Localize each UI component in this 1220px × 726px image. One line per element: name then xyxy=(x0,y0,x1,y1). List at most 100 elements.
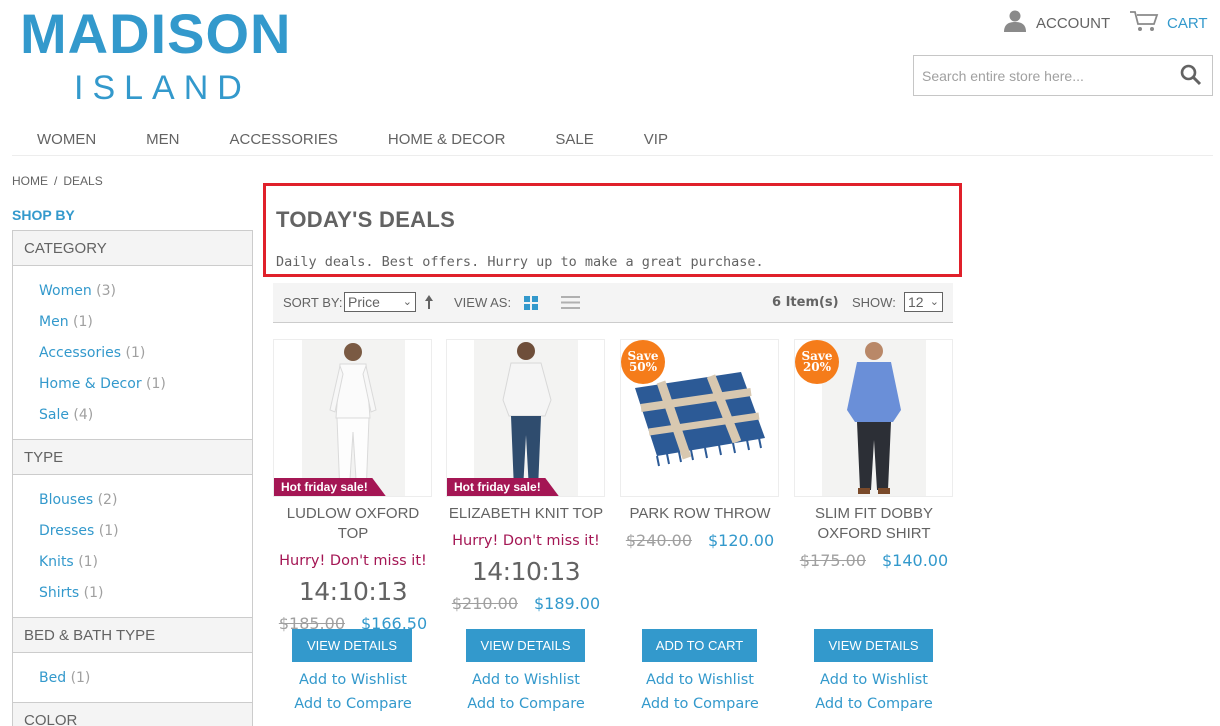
product-card: Save 20% SLIM FIT DOBBY OXFORD SHIRT $17… xyxy=(794,339,954,570)
product-card: Hot friday sale! ELIZABETH KNIT TOP Hurr… xyxy=(446,339,606,613)
sort-direction-icon[interactable] xyxy=(424,294,434,313)
filter-option[interactable]: Knits (1) xyxy=(39,547,252,578)
account-label: ACCOUNT xyxy=(1036,14,1111,32)
filter-option-label: Sale xyxy=(39,407,69,423)
product-card: Hot friday sale! LUDLOW OXFORD TOP Hurry… xyxy=(273,339,433,633)
filter-option-label: Shirts xyxy=(39,585,80,601)
filter-heading-category[interactable]: CATEGORY xyxy=(13,231,252,266)
search-box xyxy=(913,55,1213,96)
add-to-compare-link[interactable]: Add to Compare xyxy=(794,696,954,712)
nav-accessories[interactable]: ACCESSORIES xyxy=(205,120,363,155)
price-box: $240.00 $120.00 xyxy=(620,531,780,550)
filter-option[interactable]: Women (3) xyxy=(39,276,252,307)
show-label: SHOW: xyxy=(852,295,896,310)
filter-option-label: Home & Decor xyxy=(39,376,142,392)
add-to-wishlist-link[interactable]: Add to Wishlist xyxy=(273,672,433,688)
logo-line1: MADISON xyxy=(20,2,292,65)
grid-view-icon[interactable] xyxy=(524,296,538,313)
store-logo[interactable]: MADISON ISLAND xyxy=(20,6,300,108)
logo-line2: ISLAND xyxy=(74,69,251,107)
filter-option-count: (1) xyxy=(98,523,119,539)
filter-option-label: Men xyxy=(39,314,69,330)
product-name[interactable]: ELIZABETH KNIT TOP xyxy=(446,504,606,524)
filter-option-label: Knits xyxy=(39,554,74,570)
filter-option-label: Dresses xyxy=(39,523,95,539)
view-details-button[interactable]: VIEW DETAILS xyxy=(814,629,933,662)
add-to-cart-button[interactable]: ADD TO CART xyxy=(642,629,757,662)
save-badge-line2: 50% xyxy=(628,360,658,374)
filter-heading-bed-bath-type[interactable]: BED & BATH TYPE xyxy=(13,618,252,653)
add-to-wishlist-link[interactable]: Add to Wishlist xyxy=(446,672,606,688)
show-limit-select[interactable]: 12 ⌄ xyxy=(904,292,943,312)
filter-option-count: (1) xyxy=(146,376,166,392)
special-price: $189.00 xyxy=(534,594,601,613)
cart-label: CART xyxy=(1167,14,1208,32)
filter-option[interactable]: Dresses (1) xyxy=(39,516,252,547)
add-to-compare-link[interactable]: Add to Compare xyxy=(273,696,433,712)
user-icon xyxy=(1003,10,1027,36)
hurry-message: Hurry! Don't miss it! xyxy=(279,553,427,569)
search-icon[interactable] xyxy=(1180,64,1202,90)
list-view-icon[interactable] xyxy=(561,295,580,313)
show-limit-value: 12 xyxy=(908,294,924,310)
product-name[interactable]: PARK ROW THROW xyxy=(620,504,780,524)
filter-heading-color[interactable]: COLOR xyxy=(13,703,252,726)
view-details-button[interactable]: VIEW DETAILS xyxy=(292,629,412,662)
add-to-compare-link[interactable]: Add to Compare xyxy=(446,696,606,712)
breadcrumb-home[interactable]: HOME xyxy=(12,174,48,188)
filter-option[interactable]: Sale (4) xyxy=(39,400,252,431)
filter-option[interactable]: Men (1) xyxy=(39,307,252,338)
filter-option[interactable]: Accessories (1) xyxy=(39,338,252,369)
product-image[interactable]: Hot friday sale! xyxy=(446,339,605,497)
add-to-wishlist-link[interactable]: Add to Wishlist xyxy=(794,672,954,688)
product-image[interactable]: Save 50% xyxy=(620,339,779,497)
save-badge-line2: 20% xyxy=(802,360,832,374)
sort-by-select[interactable]: Price ⌄ xyxy=(344,292,416,312)
filter-option[interactable]: Bed (1) xyxy=(39,663,252,694)
view-details-button[interactable]: VIEW DETAILS xyxy=(466,629,585,662)
save-badge: Save 50% xyxy=(621,340,665,384)
filter-heading-type[interactable]: TYPE xyxy=(13,440,252,475)
nav-vip[interactable]: VIP xyxy=(619,120,693,155)
search-input[interactable] xyxy=(922,67,1177,84)
main-nav: WOMEN MEN ACCESSORIES HOME & DECOR SALE … xyxy=(12,120,1213,156)
price-box: $210.00 $189.00 xyxy=(446,594,606,613)
filter-option[interactable]: Blouses (2) xyxy=(39,485,252,516)
filter-list-type: Blouses (2) Dresses (1) Knits (1) Shirts… xyxy=(13,475,252,617)
product-name-line2: OXFORD SHIRT xyxy=(817,525,931,542)
countdown-timer: 14:10:13 xyxy=(298,577,408,606)
price-box: $175.00 $140.00 xyxy=(794,551,954,570)
filter-option-count: (1) xyxy=(83,585,104,601)
add-to-wishlist-link[interactable]: Add to Wishlist xyxy=(620,672,780,688)
chevron-down-icon: ⌄ xyxy=(929,296,939,308)
product-image[interactable]: Save 20% xyxy=(794,339,953,497)
product-name[interactable]: LUDLOW OXFORD TOP xyxy=(273,504,433,544)
nav-sale[interactable]: SALE xyxy=(530,120,618,155)
filter-option[interactable]: Home & Decor (1) xyxy=(39,369,252,400)
nav-men[interactable]: MEN xyxy=(121,120,204,155)
account-link[interactable]: ACCOUNT xyxy=(1003,10,1110,36)
hot-sale-badge: Hot friday sale! xyxy=(274,478,386,496)
product-image[interactable]: Hot friday sale! xyxy=(273,339,432,497)
view-as-label: VIEW AS: xyxy=(454,295,512,310)
filter-option[interactable]: Shirts (1) xyxy=(39,578,252,609)
add-to-compare-link[interactable]: Add to Compare xyxy=(620,696,780,712)
filter-list-bed-bath-type: Bed (1) xyxy=(13,653,252,702)
filter-option-label: Blouses xyxy=(39,492,94,508)
cart-link[interactable]: CART xyxy=(1129,10,1208,36)
filter-option-count: (1) xyxy=(78,554,99,570)
product-toolbar: SORT BY: Price ⌄ VIEW AS: 6 Item(s) SHOW… xyxy=(273,283,953,323)
filter-option-label: Bed xyxy=(39,670,67,686)
nav-home-decor[interactable]: HOME & DECOR xyxy=(363,120,531,155)
product-name-line1: SLIM FIT DOBBY xyxy=(814,505,934,522)
filter-option-count: (2) xyxy=(97,492,118,508)
special-price: $120.00 xyxy=(708,531,775,550)
item-count: 6 Item(s) xyxy=(772,295,839,310)
filter-option-count: (1) xyxy=(73,314,93,330)
product-name[interactable]: SLIM FIT DOBBY OXFORD SHIRT xyxy=(794,504,954,544)
chevron-down-icon: ⌄ xyxy=(402,296,412,308)
layered-nav: CATEGORY Women (3) Men (1) Accessories (… xyxy=(12,230,253,726)
page-title: TODAY'S DEALS xyxy=(276,207,456,232)
old-price: $240.00 xyxy=(625,531,692,550)
nav-women[interactable]: WOMEN xyxy=(12,120,121,155)
